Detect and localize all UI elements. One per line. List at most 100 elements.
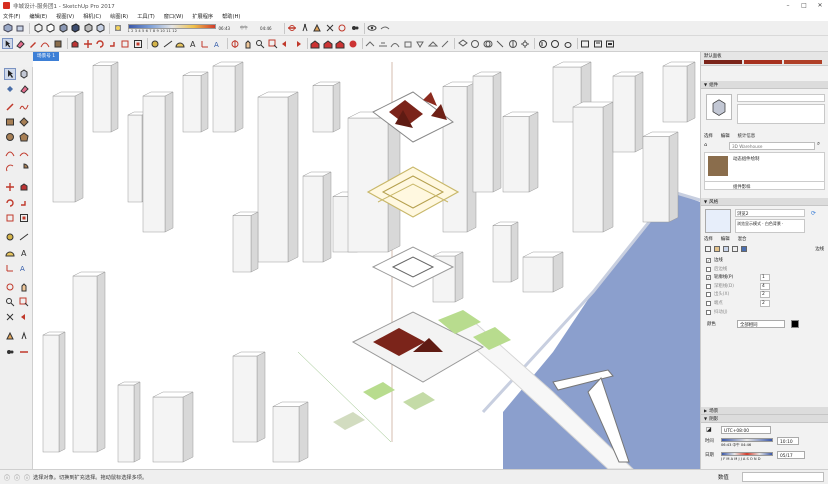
refresh-icon[interactable]: ⟳	[811, 210, 816, 217]
rotate-tool-icon[interactable]	[4, 197, 16, 209]
layout-update-icon[interactable]	[605, 38, 616, 49]
follow-me-tool-icon[interactable]	[18, 197, 30, 209]
share-component-icon[interactable]	[335, 38, 346, 49]
tab-components-stats[interactable]: 统计信息	[738, 133, 756, 141]
extension-warehouse-icon[interactable]	[347, 38, 358, 49]
look-around-icon[interactable]	[4, 346, 16, 358]
sandbox-from-scratch-icon[interactable]	[377, 38, 388, 49]
flip-edge-icon[interactable]	[440, 38, 451, 49]
warehouse-icon[interactable]	[310, 38, 321, 49]
eye-view-icon[interactable]	[367, 23, 378, 34]
walk-icon[interactable]	[18, 330, 30, 342]
edge-option-value[interactable]: 4	[760, 282, 770, 290]
color-swatch-3[interactable]	[784, 60, 822, 64]
menu-draw[interactable]: 绘图(R)	[110, 13, 128, 20]
style-name-field[interactable]: 浏览2	[735, 209, 805, 217]
menu-window[interactable]: 窗口(W)	[164, 13, 184, 20]
shadow-toggle-icon[interactable]: ◪	[706, 426, 712, 433]
scale-tool-icon[interactable]	[4, 212, 16, 224]
section-plane-icon[interactable]	[18, 346, 30, 358]
follow-me-tool-icon[interactable]	[107, 38, 118, 49]
dimension-tool-icon[interactable]	[162, 38, 173, 49]
component-search-input[interactable]	[729, 142, 815, 150]
watermark-settings-icon[interactable]	[732, 246, 738, 252]
tab-components-edit[interactable]: 编辑	[721, 133, 730, 141]
background-settings-icon[interactable]	[723, 246, 729, 252]
position-camera-icon[interactable]	[312, 23, 323, 34]
solid-union-icon[interactable]	[482, 38, 493, 49]
walk-icon[interactable]	[299, 23, 310, 34]
edge-option-checkbox[interactable]	[706, 309, 711, 315]
textured-style-icon[interactable]	[70, 23, 81, 34]
color-swatch-1[interactable]	[704, 60, 742, 64]
arc-tool-icon[interactable]	[4, 147, 16, 159]
stamp-icon[interactable]	[402, 38, 413, 49]
polygon-tool-icon[interactable]	[18, 131, 30, 143]
timezone-select[interactable]: UTC+08:00	[721, 426, 771, 434]
edge-settings-icon[interactable]	[705, 246, 711, 252]
tab-style-edit[interactable]: 编辑	[721, 236, 730, 244]
menu-extensions[interactable]: 扩展程序	[192, 13, 213, 20]
component-item-name[interactable]: 动态组件绘制	[733, 156, 759, 162]
edge-option-checkbox[interactable]	[706, 266, 711, 272]
pencil-tool-icon[interactable]	[27, 38, 38, 49]
tape-measure-icon[interactable]	[4, 231, 16, 243]
edge-option-checkbox[interactable]	[706, 292, 711, 298]
credits-icon[interactable]: ⓘ	[14, 473, 20, 482]
fog-icon[interactable]	[379, 23, 390, 34]
sandbox-from-contours-icon[interactable]	[365, 38, 376, 49]
menu-help[interactable]: 帮助(H)	[222, 13, 240, 20]
drape-icon[interactable]	[415, 38, 426, 49]
scene-tab-1[interactable]: 场景号 1	[33, 52, 60, 61]
zoom-window-icon[interactable]	[267, 38, 278, 49]
tab-style-mix[interactable]: 混合	[738, 236, 747, 244]
select-tool-icon[interactable]	[4, 68, 16, 80]
protractor-tool-icon[interactable]	[4, 247, 16, 259]
hidden-line-style-icon[interactable]	[45, 23, 56, 34]
rotated-rectangle-icon[interactable]	[18, 116, 30, 128]
orbit-tool-icon[interactable]	[4, 281, 16, 293]
scenes-panel-header[interactable]: ▶ 场景	[701, 407, 828, 415]
component-name-field[interactable]	[737, 94, 825, 102]
geolocation-icon[interactable]: ⓘ	[4, 473, 10, 482]
move-tool-icon[interactable]	[4, 181, 16, 193]
model-scene[interactable]	[33, 52, 700, 469]
components-panel-header[interactable]: ▼ 组件	[701, 81, 828, 89]
search-icon[interactable]: ⌕	[817, 141, 820, 148]
select-tool-icon[interactable]	[2, 38, 13, 49]
orbit-icon[interactable]	[337, 23, 348, 34]
tape-measure-icon[interactable]	[150, 38, 161, 49]
edge-option-value[interactable]: 1	[760, 274, 770, 282]
pan-tool-icon[interactable]	[18, 281, 30, 293]
time-input[interactable]: 10:10	[777, 437, 799, 445]
edge-option-value[interactable]: 2	[760, 300, 770, 307]
maximize-button[interactable]: □	[796, 2, 812, 9]
color-swatch-2[interactable]	[744, 60, 782, 64]
scale-tool-icon[interactable]	[120, 38, 131, 49]
freehand-tool-icon[interactable]	[18, 101, 30, 113]
top-view-icon[interactable]	[15, 23, 26, 34]
edge-option-checkbox[interactable]: ✓	[706, 258, 711, 263]
layout-send-icon[interactable]	[580, 38, 591, 49]
measurements-input[interactable]	[742, 472, 824, 482]
face-settings-icon[interactable]	[714, 246, 720, 252]
offset-tool-icon[interactable]	[18, 212, 30, 224]
previous-view-icon[interactable]	[18, 311, 30, 323]
solid-outer-shell-icon[interactable]	[457, 38, 468, 49]
component-item-thumbnail[interactable]	[708, 156, 728, 176]
rectangle-tool-icon[interactable]	[4, 116, 16, 128]
date-slider[interactable]	[721, 452, 773, 456]
offset-tool-icon[interactable]	[132, 38, 143, 49]
next-view-icon[interactable]	[292, 38, 303, 49]
look-around-icon[interactable]	[349, 23, 360, 34]
edge-option-checkbox[interactable]	[706, 283, 711, 289]
iso-view-icon[interactable]	[2, 23, 13, 34]
shaded-style-icon[interactable]	[57, 23, 68, 34]
rotate-tool-icon[interactable]	[95, 38, 106, 49]
circle-tool-icon[interactable]	[4, 131, 16, 143]
position-camera-icon[interactable]	[4, 330, 16, 342]
zoom-tool-icon[interactable]	[4, 296, 16, 308]
component-item-name-2[interactable]: 组件影样	[733, 184, 751, 190]
teapot-icon[interactable]	[562, 38, 573, 49]
section-plane-icon[interactable]	[287, 23, 298, 34]
